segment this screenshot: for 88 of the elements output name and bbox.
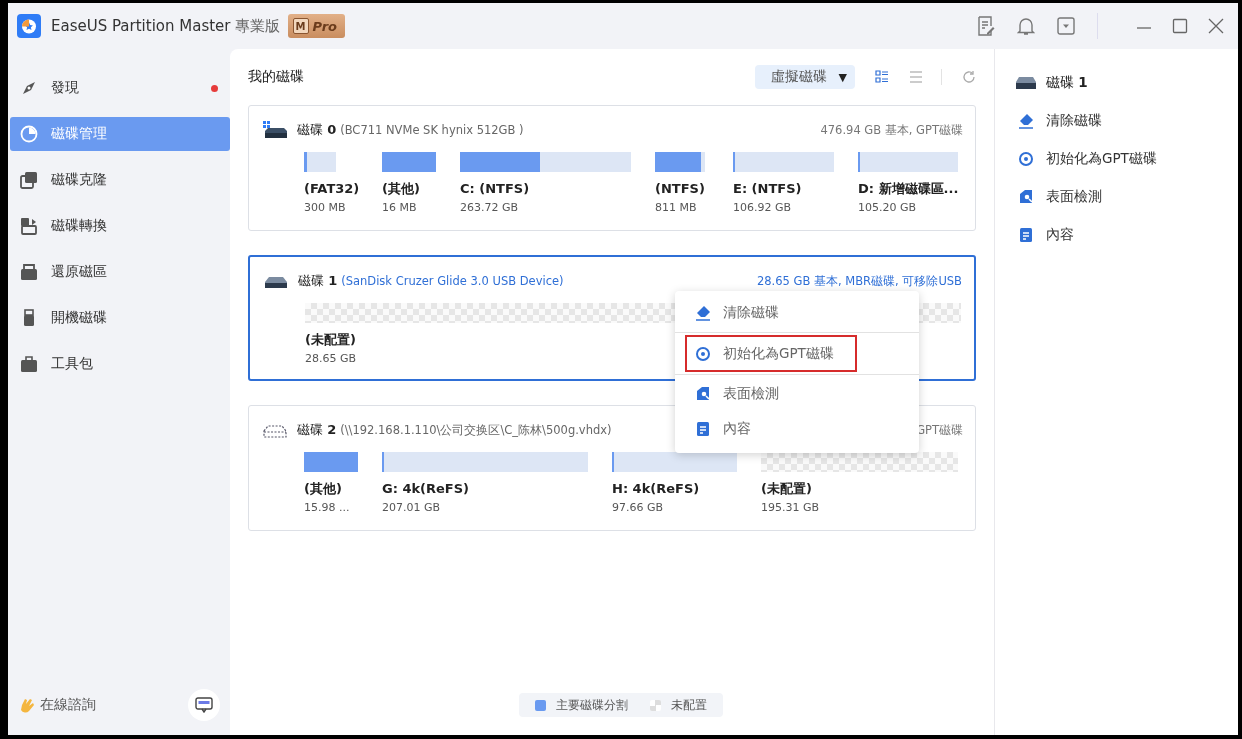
sidebar-item[interactable]: 還原磁區 [10,255,230,289]
partition-size: 207.01 GB [382,500,441,515]
menu-item[interactable]: 初始化為GPT磁碟 [685,335,857,372]
partition-size: 195.31 GB [761,500,820,515]
menu-item[interactable]: 清除磁碟 [685,296,907,330]
chat-button[interactable] [188,689,220,721]
refresh-icon[interactable] [962,70,976,84]
menu-item[interactable]: 內容 [685,412,907,446]
partition-bar[interactable] [655,152,705,172]
nav-icon [20,263,38,281]
nav-icon [20,171,38,189]
partition-size: 28.65 GB [305,351,357,366]
partition-bar[interactable] [460,152,631,172]
grid-view-icon[interactable] [875,70,889,84]
menu-item-icon [695,421,711,437]
partition-size: 16 MB [382,200,417,215]
action-link[interactable]: 內容 [1046,226,1074,244]
nav-icon [20,125,38,143]
action-link[interactable]: 清除磁碟 [1046,112,1102,130]
edition-label: 專業版 [234,16,280,36]
window-title: EaseUS Partition Master [51,17,231,35]
drive-icon [263,121,287,139]
dropdown-box-icon[interactable] [1057,17,1075,35]
drive-icon [1015,76,1037,90]
menu-item-icon [695,305,711,321]
section-title: 我的磁碟 [248,68,304,86]
legend-swatch [535,699,546,711]
partition-name: (未配置) [761,480,812,498]
partition-name: (其他) [382,180,420,198]
legend-label: 未配置 [671,696,707,714]
maximize-icon[interactable] [1172,18,1188,34]
app-logo-icon [17,14,41,38]
disk-label: 磁碟 1 [298,272,338,290]
virtual-disk-dropdown[interactable]: 虛擬磁碟 ▼ [754,65,855,89]
action-icon [1018,227,1034,243]
action-icon [1018,113,1034,129]
partition-size: 105.20 GB [858,200,917,215]
legend-label: 主要磁碟分割 [556,696,628,714]
partition-size: 97.66 GB [612,500,664,515]
disk-model: (BC711 NVMe SK hynix 512GB ) [340,123,524,137]
sidebar-item[interactable]: 工具包 [10,347,230,381]
disk-model: (SanDisk Cruzer Glide 3.0 USB Device) [341,274,564,288]
disk-label: 磁碟 1 [1046,74,1088,92]
partition-name: H: 4k(ReFS) [612,480,700,498]
partition-size: 106.92 GB [733,200,792,215]
partition-size: 811 MB [655,200,697,215]
disk-info: 476.94 GB 基本, GPT磁碟 [820,122,963,138]
chat-icon [195,697,213,713]
sidebar-item[interactable]: 發現 [10,71,230,105]
bell-icon[interactable] [1017,16,1035,36]
action-link[interactable]: 初始化為GPT磁碟 [1046,150,1157,168]
nav-icon [20,217,38,235]
partition-name: G: 4k(ReFS) [382,480,470,498]
partition-name: (其他) [304,480,342,498]
partition-name: E: (NTFS) [733,180,802,198]
menu-item-icon [695,386,711,402]
partition-name: (NTFS) [655,180,705,198]
partition-size: 300 MB [304,200,346,215]
nav-icon [20,355,38,373]
menu-item-icon [695,345,711,362]
disk-card[interactable]: 磁碟 0 (BC711 NVMe SK hynix 512GB ) 476.94 GB 基本, GPT磁碟 (FAT32) 300 MB (其他) 16 MB C: (NTFS) 263.72 GB (NTFS) 811 MB E: (NTFS) 106.92 GB D: 新增磁碟區... 105.20 GB [248,105,976,231]
partition-name: C: (NTFS) [460,180,530,198]
partition-name: (FAT32) [304,180,360,198]
unallocated-bar[interactable] [761,452,958,472]
disk-label: 磁碟 0 [297,121,337,139]
consult-link[interactable]: 在線諮詢 [40,696,96,714]
action-icon [1018,151,1034,167]
disk-model: (\\192.168.1.110\公司交换区\C_陈林\500g.vhdx) [340,422,612,438]
partition-bar[interactable] [304,152,336,172]
sidebar-item[interactable]: 磁碟轉換 [10,209,230,243]
notes-icon[interactable] [977,16,995,36]
action-icon [1018,189,1034,205]
partition-name: (未配置) [305,331,356,349]
partition-size: 15.98 ... [304,500,350,515]
sidebar-item[interactable]: 磁碟克隆 [10,163,230,197]
waving-hand-icon [18,696,36,714]
close-icon[interactable] [1208,18,1224,34]
action-link[interactable]: 表面檢測 [1046,188,1102,206]
pro-badge: M Pro [287,14,345,38]
partition-bar[interactable] [612,452,737,472]
partition-name: D: 新增磁碟區... [858,180,959,198]
disk-label: 磁碟 2 [297,421,337,439]
legend-swatch [650,699,661,711]
list-view-icon[interactable] [909,70,923,84]
disk-info: 28.65 GB 基本, MBR磁碟, 可移除USB [756,273,962,289]
nav-icon [20,79,38,97]
sidebar-item[interactable]: 開機磁碟 [10,301,230,335]
partition-size: 263.72 GB [460,200,519,215]
